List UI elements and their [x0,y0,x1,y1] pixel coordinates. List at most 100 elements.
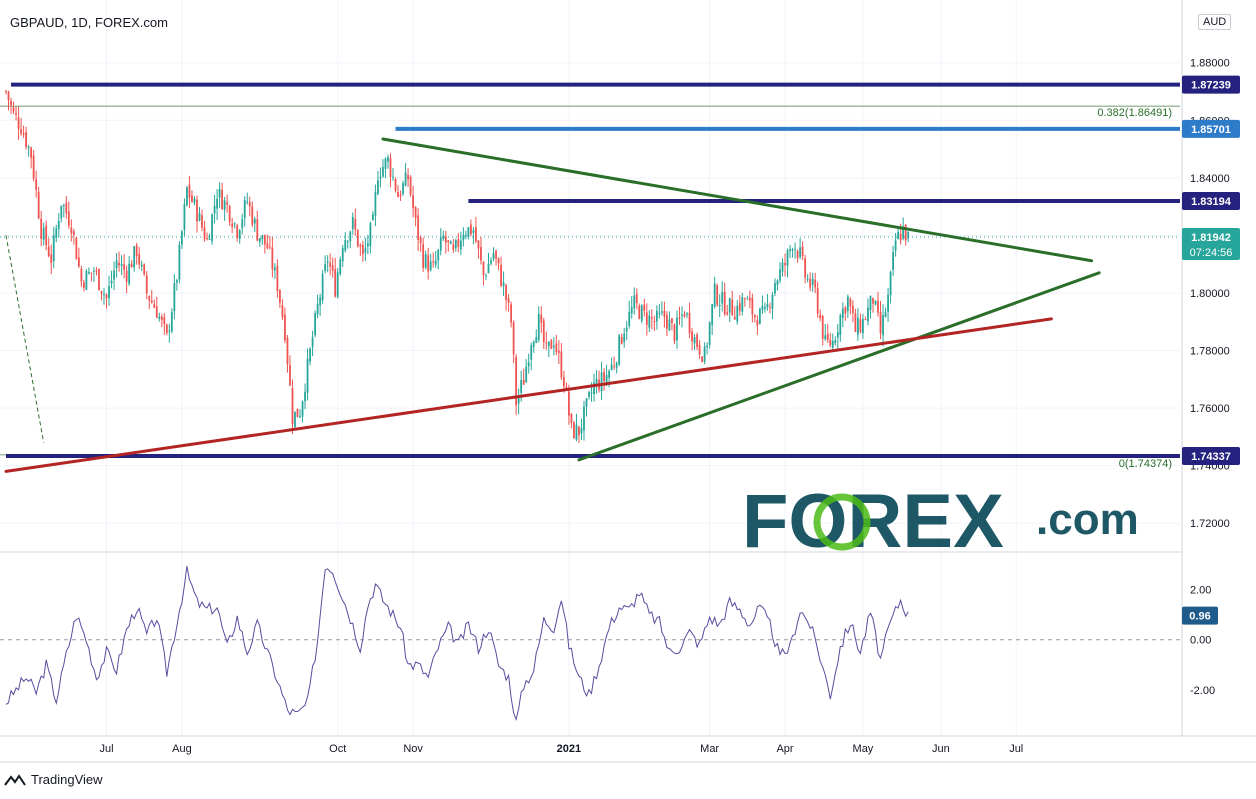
candle-body [512,321,515,355]
price-tick-label: 1.76000 [1190,403,1230,415]
candle-body [361,244,364,255]
candle-body [10,100,12,106]
candle-body [279,290,281,303]
candle-body [618,335,621,365]
candle-body [889,271,892,296]
candle-body [402,183,404,195]
candle-body [188,184,191,198]
candle-body [186,187,188,206]
candle-body [663,310,666,317]
chart-canvas[interactable]: 0.382(1.86491)0(1.74374) 1.880001.860001… [0,0,1256,799]
candle-body [130,263,133,268]
candle-body [382,166,384,177]
candle-body [482,262,485,276]
candle-body [824,335,827,340]
candle-body [633,295,636,309]
candle-body [578,426,580,436]
candle-body [718,304,721,307]
candle-body [764,307,766,310]
currency-badge[interactable]: AUD [1198,14,1232,30]
candle-body [95,270,98,272]
candle-body [653,321,656,323]
trendline-long-support [4,317,1053,473]
candle-body [751,297,754,315]
candle-body [324,264,327,272]
candle-body [711,304,714,325]
watermark-dotcom: .com [1036,495,1139,544]
candle-body [5,91,7,93]
candle-body [321,273,324,301]
candle-body [733,316,736,320]
candle-body [836,332,839,338]
candle-body [55,228,58,239]
candle-body [801,246,804,256]
candle-body [32,155,35,179]
candle-body [334,269,337,297]
candle-body [251,206,254,225]
candle-body [294,411,296,427]
candle-body [794,248,796,250]
candle-body [776,280,779,285]
candle-body [490,260,492,264]
time-tick-label: Jun [932,743,950,755]
candle-body [241,219,244,229]
symbol-title: GBPAUD, 1D, FOREX.com [10,15,168,30]
candle-body [786,250,789,266]
candle-body [814,279,817,288]
candle-body [442,235,445,240]
candle-body [447,240,450,243]
candle-body [666,315,668,329]
candle-body [854,313,857,332]
candle-body [525,366,528,383]
candle-body [145,275,148,294]
candle-body [198,213,201,221]
candle-body [703,346,706,362]
candle-body [417,215,420,240]
candle-body [163,317,166,325]
tradingview-footer[interactable]: TradingView [4,772,103,787]
candle-body [203,227,206,240]
candle-body [462,234,465,241]
candle-body [746,298,749,300]
candle-body [660,311,663,313]
candle-body [640,305,643,321]
candle-body [422,244,425,268]
candle-body [645,312,648,325]
candle-body [72,231,75,236]
candle-body [148,295,151,301]
candle-body [904,224,907,241]
candle-body [394,178,397,191]
candle-body [30,147,33,158]
candle-body [527,362,530,367]
price-tick-label: 1.78000 [1190,346,1230,358]
candle-body [67,211,70,226]
candle-body [774,283,776,294]
candle-body [336,272,339,297]
candle-body [238,230,241,240]
candle-body [477,240,480,249]
candle-body [580,428,583,434]
candle-body [693,337,696,344]
candle-body [686,313,688,315]
candle-body [781,262,784,272]
candle-body [206,238,208,240]
candle-body [706,345,709,348]
candle-body [356,229,359,247]
candle-body [319,297,322,306]
candle-body [35,179,38,191]
candle-body [178,244,181,280]
candle-body [457,239,460,247]
candle-body [756,320,759,326]
candle-body [65,202,68,214]
level-price-label: 1.85701 [1191,124,1231,136]
candle-body [831,340,834,348]
candle-body [635,293,638,304]
candle-body [160,316,163,320]
candle-body [286,337,289,365]
candle-body [407,174,409,180]
candle-body [769,306,771,308]
candle-body [118,262,120,266]
candle-body [45,225,48,246]
candle-body [691,331,693,342]
candle-body [552,345,555,348]
